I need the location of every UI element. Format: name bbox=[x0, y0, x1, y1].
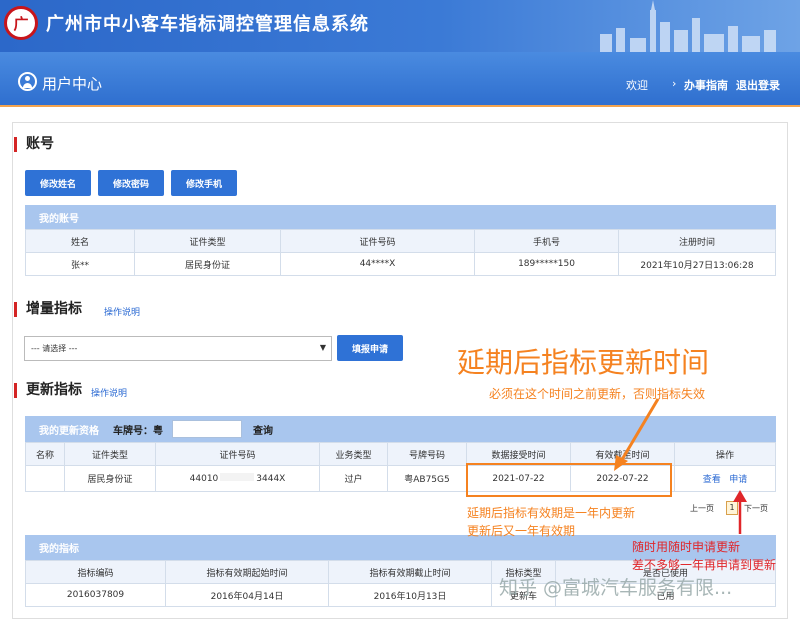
annotation-red-line2: 差不多够一年再申请到更新 bbox=[632, 558, 777, 572]
emblem-logo: 广 bbox=[4, 6, 38, 40]
select-value: --- 请选择 --- bbox=[31, 344, 78, 353]
arrow-icon bbox=[614, 398, 660, 471]
col-name: 姓名 bbox=[25, 229, 135, 253]
col-name: 名称 bbox=[25, 442, 65, 466]
account-section-title: 账号 bbox=[14, 137, 54, 152]
cell-plate: 粤AB75G5 bbox=[387, 465, 467, 492]
col-phone: 手机号 bbox=[474, 229, 619, 253]
id-number-head: 44010 bbox=[189, 474, 219, 484]
dropdown-arrow-icon: ▼ bbox=[319, 343, 326, 352]
table-row: 张** 居民身份证 44****X 189*****150 2021年10月27… bbox=[25, 252, 776, 276]
cell-name bbox=[25, 465, 65, 492]
user-center-icon bbox=[18, 72, 37, 91]
renewal-section-title: 更新指标 bbox=[14, 383, 82, 398]
col-id-number: 证件号码 bbox=[155, 442, 320, 466]
col-valid-start: 指标有效期起始时间 bbox=[165, 560, 329, 584]
col-plate: 号牌号码 bbox=[387, 442, 467, 466]
cell-valid-start: 2016年04月14日 bbox=[165, 583, 329, 607]
plate-input[interactable] bbox=[172, 420, 242, 438]
welcome-text: 欢迎 bbox=[626, 79, 648, 92]
plate-label: 车牌号：粤 bbox=[113, 425, 163, 437]
col-id-number: 证件号码 bbox=[280, 229, 475, 253]
col-id-type: 证件类型 bbox=[134, 229, 281, 253]
my-account-panel-title: 我的账号 bbox=[25, 205, 776, 229]
cell-id-type: 居民身份证 bbox=[64, 465, 156, 492]
logo-glyph: 广 bbox=[13, 14, 29, 33]
col-register-time: 注册时间 bbox=[618, 229, 776, 253]
cell-phone: 189*****150 bbox=[474, 252, 619, 276]
annotation-red-line1: 随时用随时申请更新 bbox=[632, 540, 741, 554]
query-button[interactable]: 查询 bbox=[253, 422, 273, 437]
edit-name-button[interactable]: 修改姓名 bbox=[25, 170, 91, 196]
increment-help-link[interactable]: 操作说明 bbox=[104, 305, 140, 318]
cell-valid-end: 2016年10月13日 bbox=[328, 583, 492, 607]
nav-bar bbox=[0, 52, 800, 107]
apply-link[interactable]: 申请 bbox=[729, 475, 747, 485]
red-arrow-icon bbox=[733, 490, 747, 534]
quota-type-select[interactable]: --- 请选择 --- ▼ bbox=[24, 336, 332, 361]
system-title: 广州市中小客车指标调控管理信息系统 bbox=[46, 14, 369, 35]
user-center-title: 用户中心 bbox=[42, 75, 103, 93]
renewal-help-link[interactable]: 操作说明 bbox=[91, 386, 127, 399]
col-id-type: 证件类型 bbox=[64, 442, 156, 466]
prev-page-link[interactable]: 上一页 bbox=[690, 503, 714, 514]
cell-id-number: 44010 3444X bbox=[155, 465, 320, 492]
cell-name: 张** bbox=[25, 252, 135, 276]
annotation-note-validity: 延期后指标有效期是一年内更新 bbox=[467, 506, 636, 520]
renewal-panel-title: 我的更新资格 bbox=[39, 425, 99, 437]
watermark: 知乎 @富城汽车服务有限... bbox=[499, 577, 733, 599]
edit-password-button[interactable]: 修改密码 bbox=[98, 170, 164, 196]
col-actions: 操作 bbox=[674, 442, 776, 466]
annotation-title: 延期后指标更新时间 bbox=[457, 346, 710, 379]
guide-link[interactable]: 办事指南 bbox=[684, 77, 728, 93]
edit-phone-button[interactable]: 修改手机 bbox=[171, 170, 237, 196]
col-valid-end: 指标有效期截止时间 bbox=[328, 560, 492, 584]
logout-link[interactable]: 退出登录 bbox=[736, 77, 780, 93]
cell-register-time: 2021年10月27日13:06:28 bbox=[618, 252, 776, 276]
site-header: 广 广州市中小客车指标调控管理信息系统 bbox=[0, 0, 800, 52]
col-quota-code: 指标编码 bbox=[25, 560, 166, 584]
account-table: 姓名 证件类型 证件号码 手机号 注册时间 张** 居民身份证 44****X … bbox=[25, 229, 776, 276]
apply-button[interactable]: 填报申请 bbox=[337, 335, 403, 361]
increment-section-title: 增量指标 bbox=[14, 302, 82, 317]
annotation-note-renew: 更新后又一年有效期 bbox=[467, 524, 576, 538]
annotation-note-deadline: 必须在这个时间之前更新，否则指标失效 bbox=[489, 387, 706, 401]
city-skyline-image bbox=[600, 0, 776, 52]
cell-quota-code: 2016037809 bbox=[25, 583, 166, 607]
view-link[interactable]: 查看 bbox=[703, 475, 721, 485]
col-business-type: 业务类型 bbox=[319, 442, 388, 466]
cell-id-number: 44****X bbox=[280, 252, 475, 276]
cell-business-type: 过户 bbox=[319, 465, 388, 492]
cell-actions: 查看 申请 bbox=[674, 465, 776, 492]
id-number-tail: 3444X bbox=[256, 474, 286, 484]
separator-icon: › bbox=[672, 77, 677, 90]
cell-id-type: 居民身份证 bbox=[134, 252, 281, 276]
blurred-digits bbox=[220, 473, 255, 481]
